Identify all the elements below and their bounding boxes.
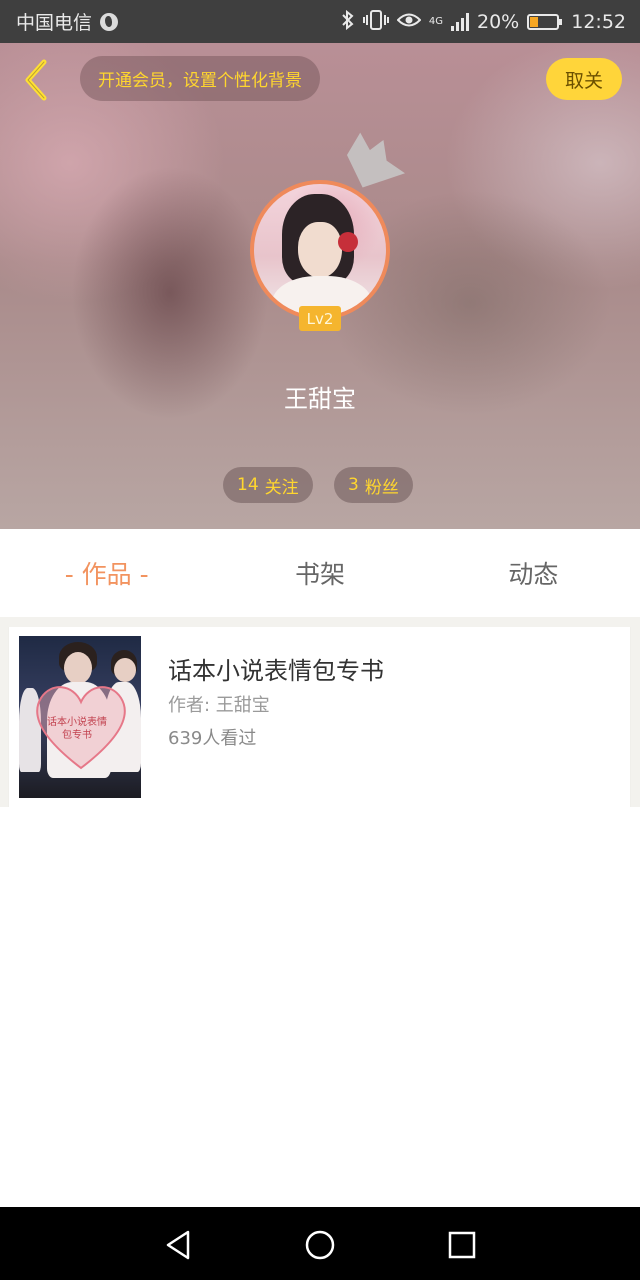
tab-works[interactable]: - 作品 - <box>0 529 213 617</box>
vip-background-banner[interactable]: 开通会员，设置个性化背景 <box>80 56 320 101</box>
following-count: 14 <box>237 475 259 495</box>
status-bar: 中国电信 4G 20% 12:52 <box>0 0 640 43</box>
profile-tabs: - 作品 - 书架 动态 <box>0 529 640 617</box>
book-view-count: 639人看过 <box>168 728 257 749</box>
book-cover[interactable]: 话本小说表情包专书 <box>19 636 141 798</box>
following-label: 关注 <box>264 477 299 498</box>
tab-works-label: - 作品 - <box>64 560 149 589</box>
avatar-face <box>298 222 342 278</box>
vibrate-icon <box>362 9 389 34</box>
tab-bookshelf-label: 书架 <box>294 560 345 589</box>
following-stat[interactable]: 14 关注 <box>223 467 313 503</box>
bluetooth-icon <box>341 9 355 34</box>
status-right: 4G 20% 12:52 <box>341 9 626 34</box>
avatar[interactable] <box>250 180 390 320</box>
unfollow-button[interactable]: 取关 <box>546 58 622 100</box>
carrier-name: 中国电信 <box>16 12 93 34</box>
status-left: 中国电信 <box>16 8 119 35</box>
nav-back-button[interactable] <box>158 1225 198 1265</box>
tab-activity[interactable]: 动态 <box>427 529 640 617</box>
home-circle-icon <box>305 1230 335 1260</box>
nav-recents-button[interactable] <box>442 1225 482 1265</box>
book-title: 话本小说表情包专书 <box>168 657 384 685</box>
system-nav-bar <box>0 1207 640 1280</box>
unfollow-label: 取关 <box>564 69 603 92</box>
level-badge: Lv2 <box>299 306 341 331</box>
recents-square-icon <box>448 1231 476 1259</box>
back-button[interactable] <box>10 55 60 105</box>
globe-icon <box>100 12 119 31</box>
level-text: Lv2 <box>306 309 334 328</box>
section-divider <box>0 617 640 627</box>
nav-home-button[interactable] <box>300 1225 340 1265</box>
cover-caption: 话本小说表情包专书 <box>47 717 107 741</box>
network-type-label: 4G <box>428 15 443 27</box>
clock: 12:52 <box>571 10 626 33</box>
battery-percent: 20% <box>477 10 520 33</box>
fans-stat[interactable]: 3 粉丝 <box>334 467 413 503</box>
chevron-left-icon <box>25 59 47 101</box>
tab-bookshelf[interactable]: 书架 <box>213 529 426 617</box>
tab-activity-label: 动态 <box>508 560 559 589</box>
username: 王甜宝 <box>284 385 356 413</box>
profile-header: 开通会员，设置个性化背景 取关 Lv2 王甜宝 14 关注 3 粉丝 <box>0 43 640 529</box>
vip-banner-text: 开通会员，设置个性化背景 <box>98 71 302 91</box>
fans-count: 3 <box>348 475 359 495</box>
back-triangle-icon <box>166 1230 190 1260</box>
list-item[interactable]: 话本小说表情包专书 话本小说表情包专书 作者: 王甜宝 639人看过 <box>8 627 631 807</box>
eye-icon <box>396 12 422 32</box>
signal-icon <box>451 12 469 31</box>
fans-label: 粉丝 <box>364 477 399 498</box>
avatar-rose <box>338 232 358 252</box>
battery-icon <box>527 13 563 30</box>
book-author: 作者: 王甜宝 <box>168 695 270 716</box>
